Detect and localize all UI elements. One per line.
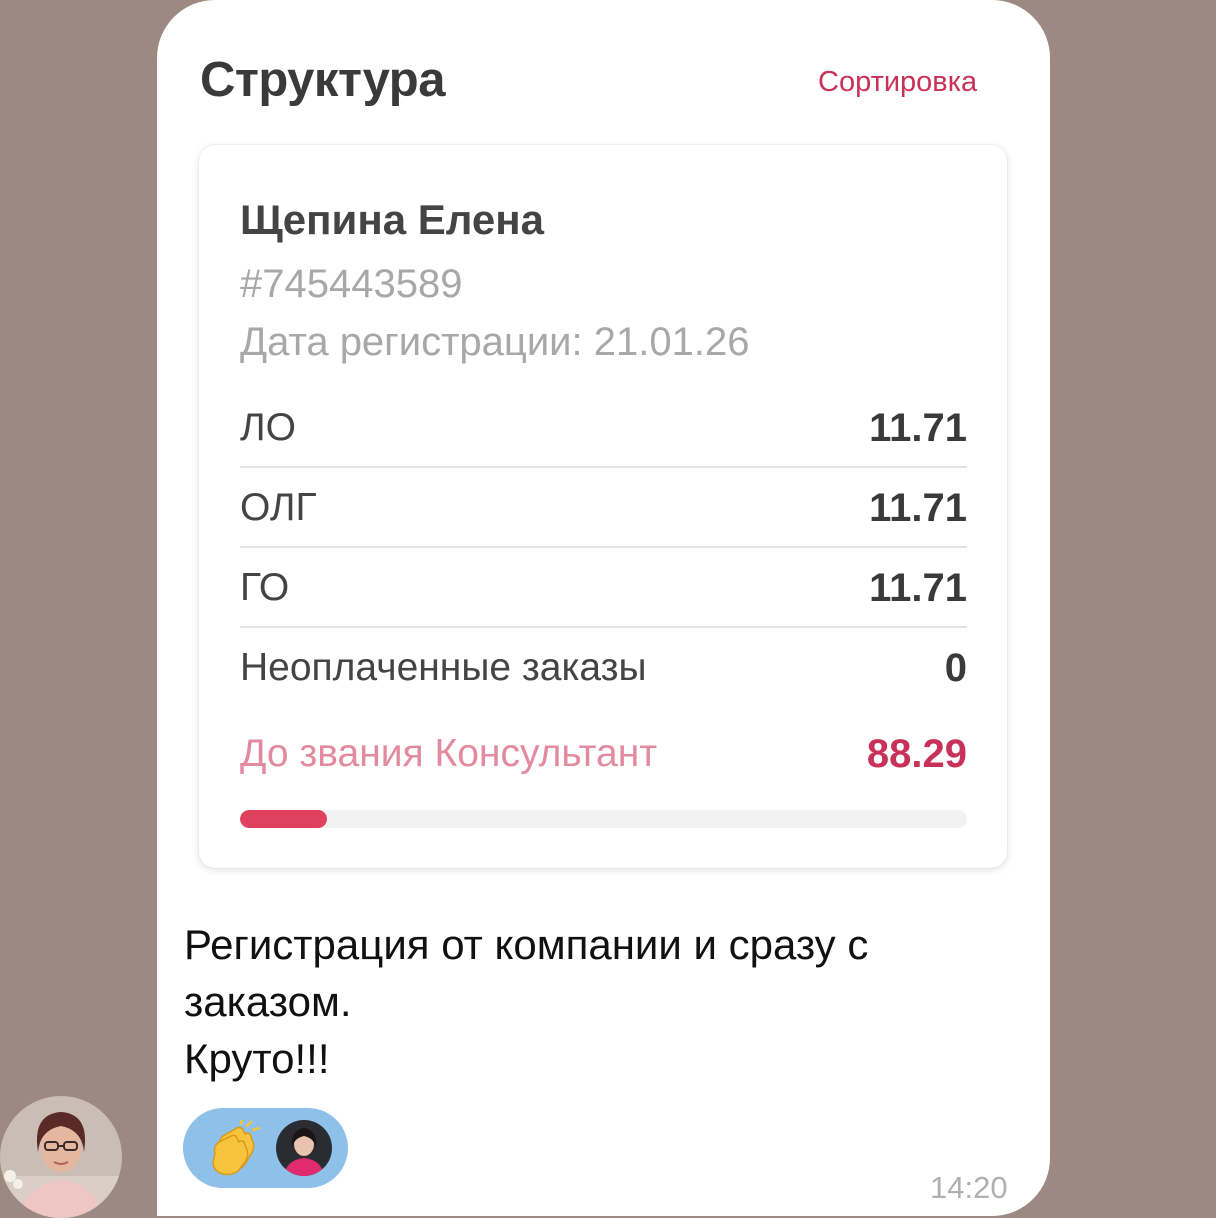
rank-progress-fill — [240, 810, 328, 828]
sort-link[interactable]: Сортировка — [818, 66, 977, 99]
stat-label: Неоплаченные заказы — [240, 646, 647, 689]
message-line: Регистрация от компании и сразу с — [184, 921, 869, 968]
stat-row-lo: ЛО 11.71 — [240, 386, 967, 468]
rank-progress-row: До звания Консультант 88.29 — [240, 712, 967, 792]
stat-value: 11.71 — [869, 566, 967, 610]
stat-label: ГО — [240, 566, 290, 609]
message-line: Круто!!! — [184, 1035, 330, 1082]
reactor-avatar — [276, 1120, 332, 1176]
rank-progress-bar — [240, 810, 967, 828]
reactor-avatar-image — [276, 1120, 332, 1176]
stat-row-go: ГО 11.71 — [240, 546, 967, 628]
stat-value: 11.71 — [869, 406, 967, 450]
stat-value: 11.71 — [869, 486, 967, 530]
sender-avatar-image — [0, 1096, 122, 1218]
stat-label: ЛО — [240, 406, 296, 449]
message-time: 14:20 — [930, 1170, 1008, 1205]
rank-value: 88.29 — [866, 732, 967, 776]
clapping-hands-icon — [212, 1120, 261, 1176]
member-id: #745443589 — [240, 262, 463, 306]
message-line: заказом. — [184, 978, 352, 1025]
stat-value: 0 — [944, 646, 967, 690]
stat-row-unpaid-orders: Неоплаченные заказы 0 — [240, 626, 967, 706]
stat-row-olg: ОЛГ 11.71 — [240, 466, 967, 548]
registration-date: Дата регистрации: 21.01.26 — [240, 320, 750, 364]
stat-label: ОЛГ — [240, 486, 317, 529]
member-name: Щепина Елена — [240, 196, 544, 243]
message-text: Регистрация от компании и сразу с заказо… — [184, 916, 1024, 1087]
rank-label: До звания Консультант — [240, 732, 658, 775]
sender-avatar[interactable] — [0, 1096, 122, 1218]
reaction-chip[interactable] — [183, 1108, 348, 1188]
page-title: Структура — [200, 53, 445, 107]
